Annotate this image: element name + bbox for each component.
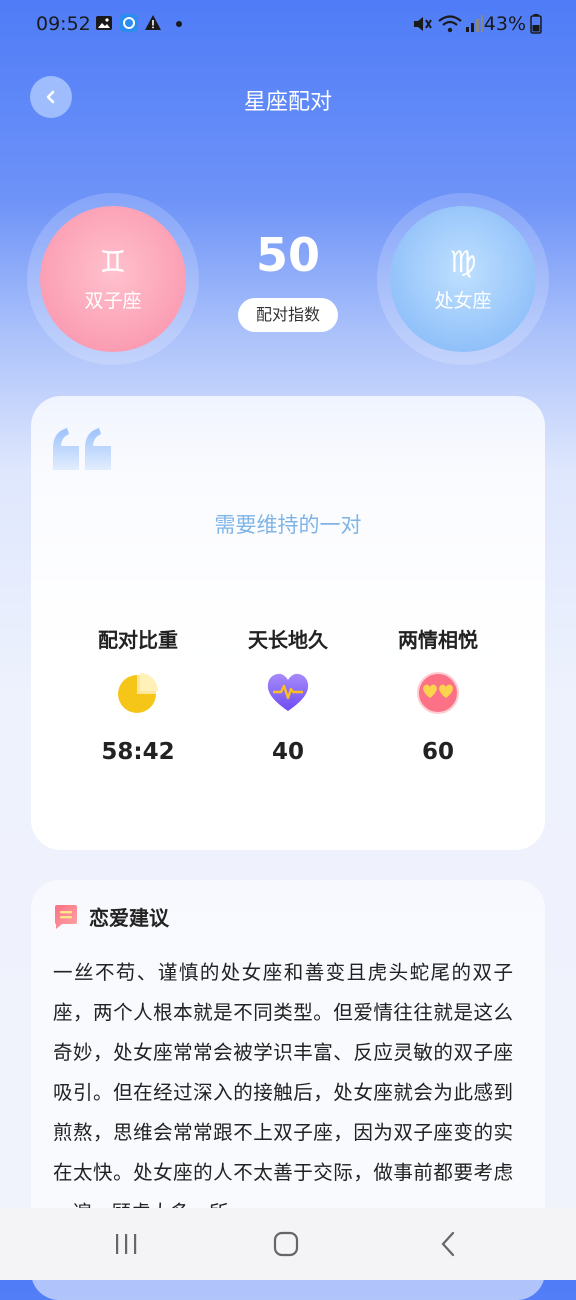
match-score-label: 配对指数 xyxy=(238,298,338,332)
header: 星座配对 xyxy=(0,70,576,126)
right-sign-circle[interactable]: ♍ 处女座 xyxy=(390,206,536,352)
app-notification-icon xyxy=(120,14,138,32)
metric-mutual-love: 两情相悦 60 xyxy=(363,624,513,765)
left-sign-circle[interactable]: ♊ 双子座 xyxy=(40,206,186,352)
match-score: 50 xyxy=(255,228,320,282)
status-time: 09:52 xyxy=(36,13,91,35)
mute-icon xyxy=(414,17,432,31)
status-bar: 09:52 43% xyxy=(0,0,576,48)
signal-icon xyxy=(466,15,483,32)
metric-title: 天长地久 xyxy=(248,628,328,652)
back-nav-button[interactable] xyxy=(428,1228,468,1260)
metric-title: 两情相悦 xyxy=(398,628,478,652)
heart-pulse-icon xyxy=(267,673,309,711)
metric-value: 60 xyxy=(421,739,454,765)
metric-value: 58:42 xyxy=(101,739,175,765)
summary-card: 需要维持的一对 配对比重 58:42 天长地久 40 两情相悦 60 xyxy=(31,396,545,850)
recent-apps-button[interactable] xyxy=(106,1228,146,1260)
warning-icon xyxy=(145,15,161,30)
gemini-symbol-icon: ♊ xyxy=(99,245,127,280)
advice-text: 一丝不苟、谨慎的处女座和善变且虎头蛇尾的双子座，两个人根本就是不同类型。但爱情往… xyxy=(53,961,513,1224)
left-sign-name: 双子座 xyxy=(84,290,142,312)
metric-longevity: 天长地久 40 xyxy=(213,624,363,765)
battery-percent: 43% xyxy=(483,13,526,35)
home-icon xyxy=(273,1231,299,1257)
notification-dot-icon xyxy=(176,21,182,27)
metric-title: 配对比重 xyxy=(98,628,178,652)
chat-bubble-icon xyxy=(55,904,77,929)
system-nav-bar xyxy=(0,1208,576,1280)
page-title: 星座配对 xyxy=(243,90,332,115)
metric-value: 40 xyxy=(271,739,304,765)
gallery-icon xyxy=(96,16,112,30)
right-sign-name: 处女座 xyxy=(434,290,492,312)
heart-eyes-emoji-icon xyxy=(417,672,459,714)
back-arrow-icon xyxy=(441,1231,455,1257)
match-subtitle: 需要维持的一对 xyxy=(214,513,362,537)
wifi-icon xyxy=(438,15,462,33)
recent-apps-icon xyxy=(116,1234,137,1254)
metric-ratio: 配对比重 58:42 xyxy=(63,624,213,765)
advice-title: 恋爱建议 xyxy=(89,906,169,930)
home-button[interactable] xyxy=(266,1228,306,1260)
advice-header: 恋爱建议 xyxy=(53,902,169,931)
pie-chart-icon xyxy=(118,673,158,713)
battery-icon xyxy=(530,14,542,34)
quote-icon xyxy=(53,428,111,470)
virgo-symbol-icon: ♍ xyxy=(449,245,477,280)
